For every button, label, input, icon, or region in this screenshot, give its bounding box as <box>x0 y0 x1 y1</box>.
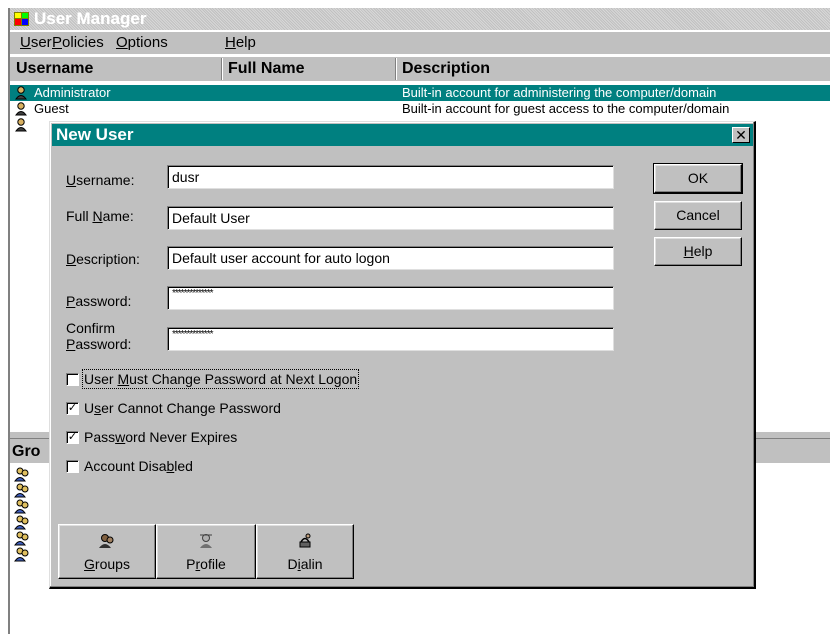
groups-button[interactable]: Groups <box>58 524 156 579</box>
new-user-dialog: New User ✕ Username: Full Name: Descript… <box>49 121 756 589</box>
password-field[interactable]: ************** <box>167 286 614 310</box>
account-disabled-checkbox[interactable] <box>66 460 79 473</box>
profile-button-label: Profile <box>186 556 226 572</box>
menu-user[interactable]: User <box>20 34 52 52</box>
username-label: Username: <box>66 172 135 188</box>
dialog-titlebar[interactable]: New User ✕ <box>52 124 753 146</box>
ok-button[interactable]: OK <box>653 163 743 194</box>
group-icon <box>14 483 29 498</box>
cancel-button[interactable]: Cancel <box>654 201 742 230</box>
close-icon: ✕ <box>735 127 747 143</box>
must-change-password-checkbox[interactable] <box>66 373 79 386</box>
user-icon <box>15 102 27 116</box>
app-titlebar[interactable]: User Manager <box>10 8 830 30</box>
must-change-password-label[interactable]: User Must Change Password at Next Logon <box>81 369 360 389</box>
groups-header-label: Gro <box>12 443 41 460</box>
full-name-field[interactable]: Default User <box>167 206 614 230</box>
group-icon <box>14 499 29 514</box>
user-icon <box>15 118 27 132</box>
description-cell: Built-in account for guest access to the… <box>402 101 730 116</box>
cannot-change-password-checkbox[interactable]: ✓ <box>66 402 79 415</box>
col-separator[interactable] <box>395 58 396 80</box>
menu-options[interactable]: Options <box>116 34 168 52</box>
menu-policies[interactable]: Policies <box>52 34 104 52</box>
dialin-icon <box>299 533 311 548</box>
group-icon <box>14 515 29 530</box>
user-manager-icon <box>14 12 29 26</box>
col-username[interactable]: Username <box>16 57 93 81</box>
col-separator[interactable] <box>221 58 222 80</box>
help-button[interactable]: Help <box>654 237 742 266</box>
username-field[interactable]: dusr <box>167 165 614 189</box>
description-label: Description: <box>66 251 140 267</box>
col-description[interactable]: Description <box>402 57 490 81</box>
confirm-password-field[interactable]: ************** <box>167 327 614 351</box>
table-row[interactable]: Guest Built-in account for guest access … <box>10 101 830 117</box>
group-icon <box>14 531 29 546</box>
user-icon <box>15 86 27 100</box>
app-title: User Manager <box>34 9 147 28</box>
close-button[interactable]: ✕ <box>732 127 750 143</box>
groups-button-label: Groups <box>84 556 130 572</box>
profile-icon <box>200 534 212 548</box>
description-cell: Built-in account for administering the c… <box>402 85 717 100</box>
password-never-expires-checkbox[interactable]: ✓ <box>66 431 79 444</box>
profile-button[interactable]: Profile <box>156 524 256 579</box>
col-full-name[interactable]: Full Name <box>228 57 304 81</box>
cannot-change-password-label[interactable]: User Cannot Change Password <box>84 400 281 416</box>
username-cell: Guest <box>34 101 69 116</box>
password-never-expires-label[interactable]: Password Never Expires <box>84 429 237 445</box>
group-icon <box>14 467 29 482</box>
user-list-header: Username Full Name Description <box>10 57 830 81</box>
password-label: Password: <box>66 293 132 309</box>
username-cell: Administrator <box>34 85 111 100</box>
dialin-button[interactable]: Dialin <box>256 524 354 579</box>
description-field[interactable]: Default user account for auto logon <box>167 246 614 270</box>
dialin-button-label: Dialin <box>287 556 323 572</box>
full-name-label: Full Name: <box>66 208 134 224</box>
menubar: User Policies Options Help <box>10 32 830 54</box>
dialog-title: New User <box>56 125 134 144</box>
account-disabled-label[interactable]: Account Disabled <box>84 458 193 474</box>
menu-help[interactable]: Help <box>225 34 256 52</box>
group-icon <box>14 547 29 562</box>
table-row[interactable]: Administrator Built-in account for admin… <box>10 85 830 101</box>
groups-icon <box>99 534 114 548</box>
confirm-password-label: Confirm Password: <box>66 320 132 352</box>
